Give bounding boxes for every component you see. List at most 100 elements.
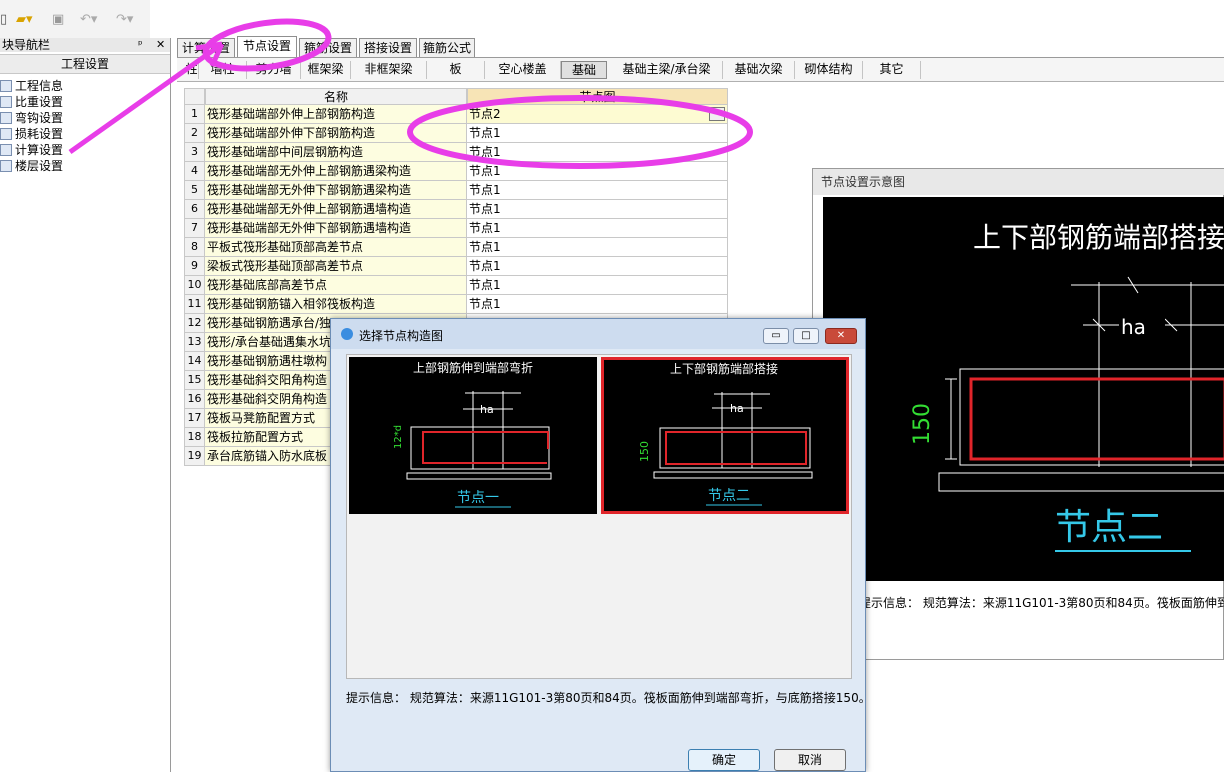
row-node-value[interactable]: 节点1	[467, 200, 728, 219]
row-number: 8	[184, 238, 205, 257]
table-row[interactable]: 1 筏形基础端部外伸上部钢筋构造 节点2 ···	[184, 105, 728, 124]
preview-diagram-title: 上下部钢筋端部搭接	[973, 221, 1224, 254]
row-node-value[interactable]: 节点1	[467, 276, 728, 295]
table-row[interactable]: 6 筏形基础端部无外伸上部钢筋遇墙构造 节点1	[184, 200, 728, 219]
calc-icon	[0, 144, 12, 156]
tab-stirrup-formula[interactable]: 箍筋公式	[419, 38, 475, 57]
dialog-title: 选择节点构造图	[359, 329, 444, 343]
node-option-1-title: 上部钢筋伸到端部弯折	[413, 360, 533, 375]
subtab-foundation-main-beam[interactable]: 基础主梁/承台梁	[611, 61, 723, 79]
table-row[interactable]: 4 筏形基础端部无外伸上部钢筋遇梁构造 节点1	[184, 162, 728, 181]
tab-stirrup-settings[interactable]: 箍筋设置	[299, 38, 357, 57]
tab-node-settings[interactable]: 节点设置	[237, 36, 297, 57]
row-node-value[interactable]: 节点1	[467, 143, 728, 162]
node-option-2-title: 上下部钢筋端部搭接	[670, 361, 778, 376]
row-number: 2	[184, 124, 205, 143]
node-option-1[interactable]: 上部钢筋伸到端部弯折 ha 12*d 节点一	[349, 357, 597, 514]
nav-item-calc[interactable]: 计算设置	[0, 142, 63, 158]
subtab-hollow-floor[interactable]: 空心楼盖	[485, 61, 561, 79]
tab-calc-settings[interactable]: 计算设置	[177, 38, 235, 57]
dialog-hint: 提示信息： 规范算法：来源11G101-3第80页和84页。筏板面筋伸到端部弯折…	[346, 691, 871, 705]
row-number-header	[184, 88, 205, 105]
nav-item-density[interactable]: 比重设置	[0, 94, 63, 110]
cancel-button[interactable]: 取消	[774, 749, 846, 771]
subtab-slab[interactable]: 板	[427, 61, 485, 79]
table-row[interactable]: 9 梁板式筏形基础顶部高差节点 节点1	[184, 257, 728, 276]
row-node-text: 节点1	[469, 183, 501, 197]
table-row[interactable]: 11 筏形基础钢筋锚入相邻筏板构造 节点1	[184, 295, 728, 314]
nav-group-project-settings[interactable]: 工程设置	[0, 54, 170, 74]
row-node-text: 节点1	[469, 240, 501, 254]
nav-item-project-info[interactable]: 工程信息	[0, 78, 63, 94]
ellipsis-button[interactable]: ···	[709, 107, 725, 121]
node-option-2-ha: ha	[730, 402, 744, 415]
row-node-value[interactable]: 节点1	[467, 238, 728, 257]
row-number: 5	[184, 181, 205, 200]
subtab-foundation[interactable]: 基础	[561, 61, 607, 79]
row-node-text: 节点1	[469, 145, 501, 159]
subtab-nonframe-beam[interactable]: 非框架梁	[351, 61, 427, 79]
subtab-frame-beam[interactable]: 框架梁	[301, 61, 351, 79]
row-number: 18	[184, 428, 205, 447]
density-icon	[0, 96, 12, 108]
subtab-shear-wall[interactable]: 剪力墙	[247, 61, 301, 79]
row-name: 筏形基础底部高差节点	[205, 276, 467, 295]
row-node-value[interactable]: 节点1	[467, 295, 728, 314]
pin-icon[interactable]: ᵖ	[138, 38, 143, 52]
close-icon[interactable]: ✕	[825, 328, 857, 344]
maximize-icon[interactable]: □	[793, 328, 819, 344]
save-icon[interactable]: ▣	[52, 12, 64, 28]
row-name: 筏形基础端部无外伸上部钢筋遇梁构造	[205, 162, 467, 181]
subtab-masonry[interactable]: 砌体结构	[795, 61, 863, 79]
row-number: 4	[184, 162, 205, 181]
row-node-value[interactable]: 节点1	[467, 181, 728, 200]
row-number: 12	[184, 314, 205, 333]
close-icon[interactable]: ✕	[156, 38, 165, 52]
table-row[interactable]: 7 筏形基础端部无外伸下部钢筋遇墙构造 节点1	[184, 219, 728, 238]
row-node-value[interactable]: 节点1	[467, 162, 728, 181]
open-folder-icon[interactable]: ▰▾	[16, 12, 33, 28]
minimize-icon[interactable]: ▭	[763, 328, 789, 344]
row-node-text: 节点1	[469, 278, 501, 292]
ok-button[interactable]: 确定	[688, 749, 760, 771]
table-row[interactable]: 10 筏形基础底部高差节点 节点1	[184, 276, 728, 295]
table-header: 名称 节点图	[184, 88, 728, 105]
subtab-wall-column[interactable]: 墙柱	[199, 61, 247, 79]
name-column-header: 名称	[205, 88, 467, 105]
nav-title: 块导航栏	[2, 38, 51, 52]
tab-lap-settings[interactable]: 搭接设置	[359, 38, 417, 57]
row-name: 筏形基础端部外伸下部钢筋构造	[205, 124, 467, 143]
table-row[interactable]: 2 筏形基础端部外伸下部钢筋构造 节点1	[184, 124, 728, 143]
row-number: 15	[184, 371, 205, 390]
nav-item-loss[interactable]: 损耗设置	[0, 126, 63, 142]
row-node-text: 节点1	[469, 259, 501, 273]
nav-item-hook[interactable]: 弯钩设置	[0, 110, 63, 126]
node-option-2[interactable]: 上下部钢筋端部搭接 ha 150 节点二	[601, 357, 849, 514]
redo-icon[interactable]: ↷▾	[116, 12, 133, 28]
row-node-value[interactable]: 节点1	[467, 219, 728, 238]
nav-item-floor[interactable]: 楼层设置	[0, 158, 63, 174]
row-name: 筏形基础端部无外伸上部钢筋遇墙构造	[205, 200, 467, 219]
table-row[interactable]: 8 平板式筏形基础顶部高差节点 节点1	[184, 238, 728, 257]
preview-dimension-label: 150	[910, 403, 935, 445]
dialog-titlebar: 选择节点构造图 ▭ □ ✕	[331, 319, 865, 349]
row-node-value[interactable]: 节点1	[467, 124, 728, 143]
row-name: 筏形基础端部中间层钢筋构造	[205, 143, 467, 162]
row-node-value[interactable]: 节点1	[467, 257, 728, 276]
preview-hint: 提示信息： 规范算法：来源11G101-3第80页和84页。筏板面筋伸到端部弯折	[859, 596, 1224, 610]
undo-icon[interactable]: ↶▾	[80, 12, 97, 28]
row-name: 筏形基础端部外伸上部钢筋构造	[205, 105, 467, 124]
nav-header: 块导航栏 ᵖ ✕	[0, 38, 170, 52]
toolbar: ▯ ▰▾ ▣ ↶▾ ↷▾	[0, 0, 150, 38]
subtab-column[interactable]: 柱	[185, 61, 199, 79]
row-number: 6	[184, 200, 205, 219]
floor-icon	[0, 160, 12, 172]
node-option-2-dim: 150	[638, 441, 651, 462]
table-row[interactable]: 3 筏形基础端部中间层钢筋构造 节点1	[184, 143, 728, 162]
subtab-other[interactable]: 其它	[863, 61, 921, 79]
subtab-foundation-secondary-beam[interactable]: 基础次梁	[723, 61, 795, 79]
table-row[interactable]: 5 筏形基础端部无外伸下部钢筋遇梁构造 节点1	[184, 181, 728, 200]
row-name: 筏形基础端部无外伸下部钢筋遇墙构造	[205, 219, 467, 238]
row-node-value[interactable]: 节点2 ···	[467, 105, 728, 124]
new-file-icon[interactable]: ▯	[0, 12, 7, 28]
